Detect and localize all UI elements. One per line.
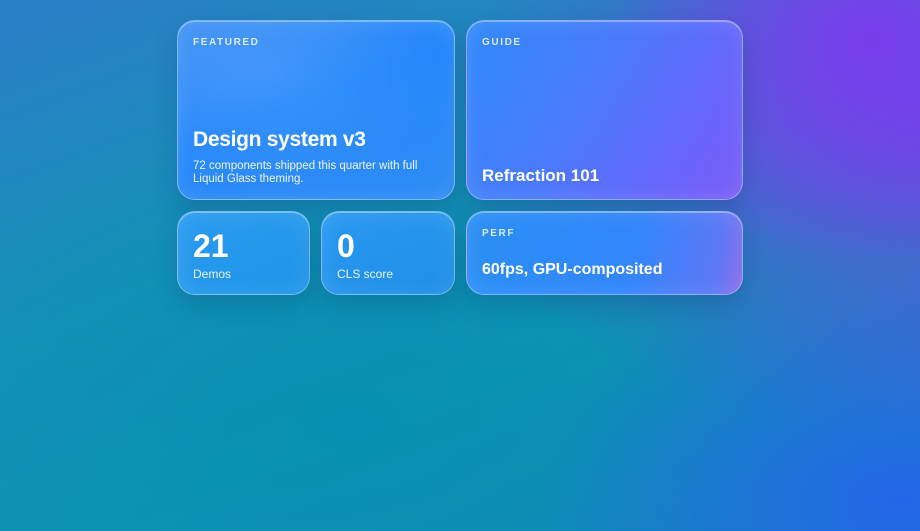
featured-description: 72 components shipped this quarter with … <box>193 160 418 185</box>
stat-label: CLS score <box>337 267 394 281</box>
stat-card-cls-score[interactable]: 0 CLS score <box>321 211 455 295</box>
perf-card[interactable]: PERF 60fps, GPU-composited <box>466 211 743 295</box>
perf-title: 60fps, GPU-composited <box>482 261 663 278</box>
featured-title: Design system v3 <box>193 128 366 151</box>
guide-title: Refraction 101 <box>482 166 600 185</box>
guide-card[interactable]: GUIDE Refraction 101 <box>466 20 743 200</box>
featured-card[interactable]: FEATURED Design system v3 72 components … <box>177 20 455 200</box>
perf-eyebrow: PERF <box>482 228 516 239</box>
stat-value: 0 <box>337 228 355 264</box>
stat-value: 21 <box>193 228 229 264</box>
stat-label: Demos <box>193 267 232 281</box>
guide-eyebrow: GUIDE <box>482 37 522 48</box>
stat-card-demos[interactable]: 21 Demos <box>177 211 310 295</box>
featured-eyebrow: FEATURED <box>193 37 260 48</box>
